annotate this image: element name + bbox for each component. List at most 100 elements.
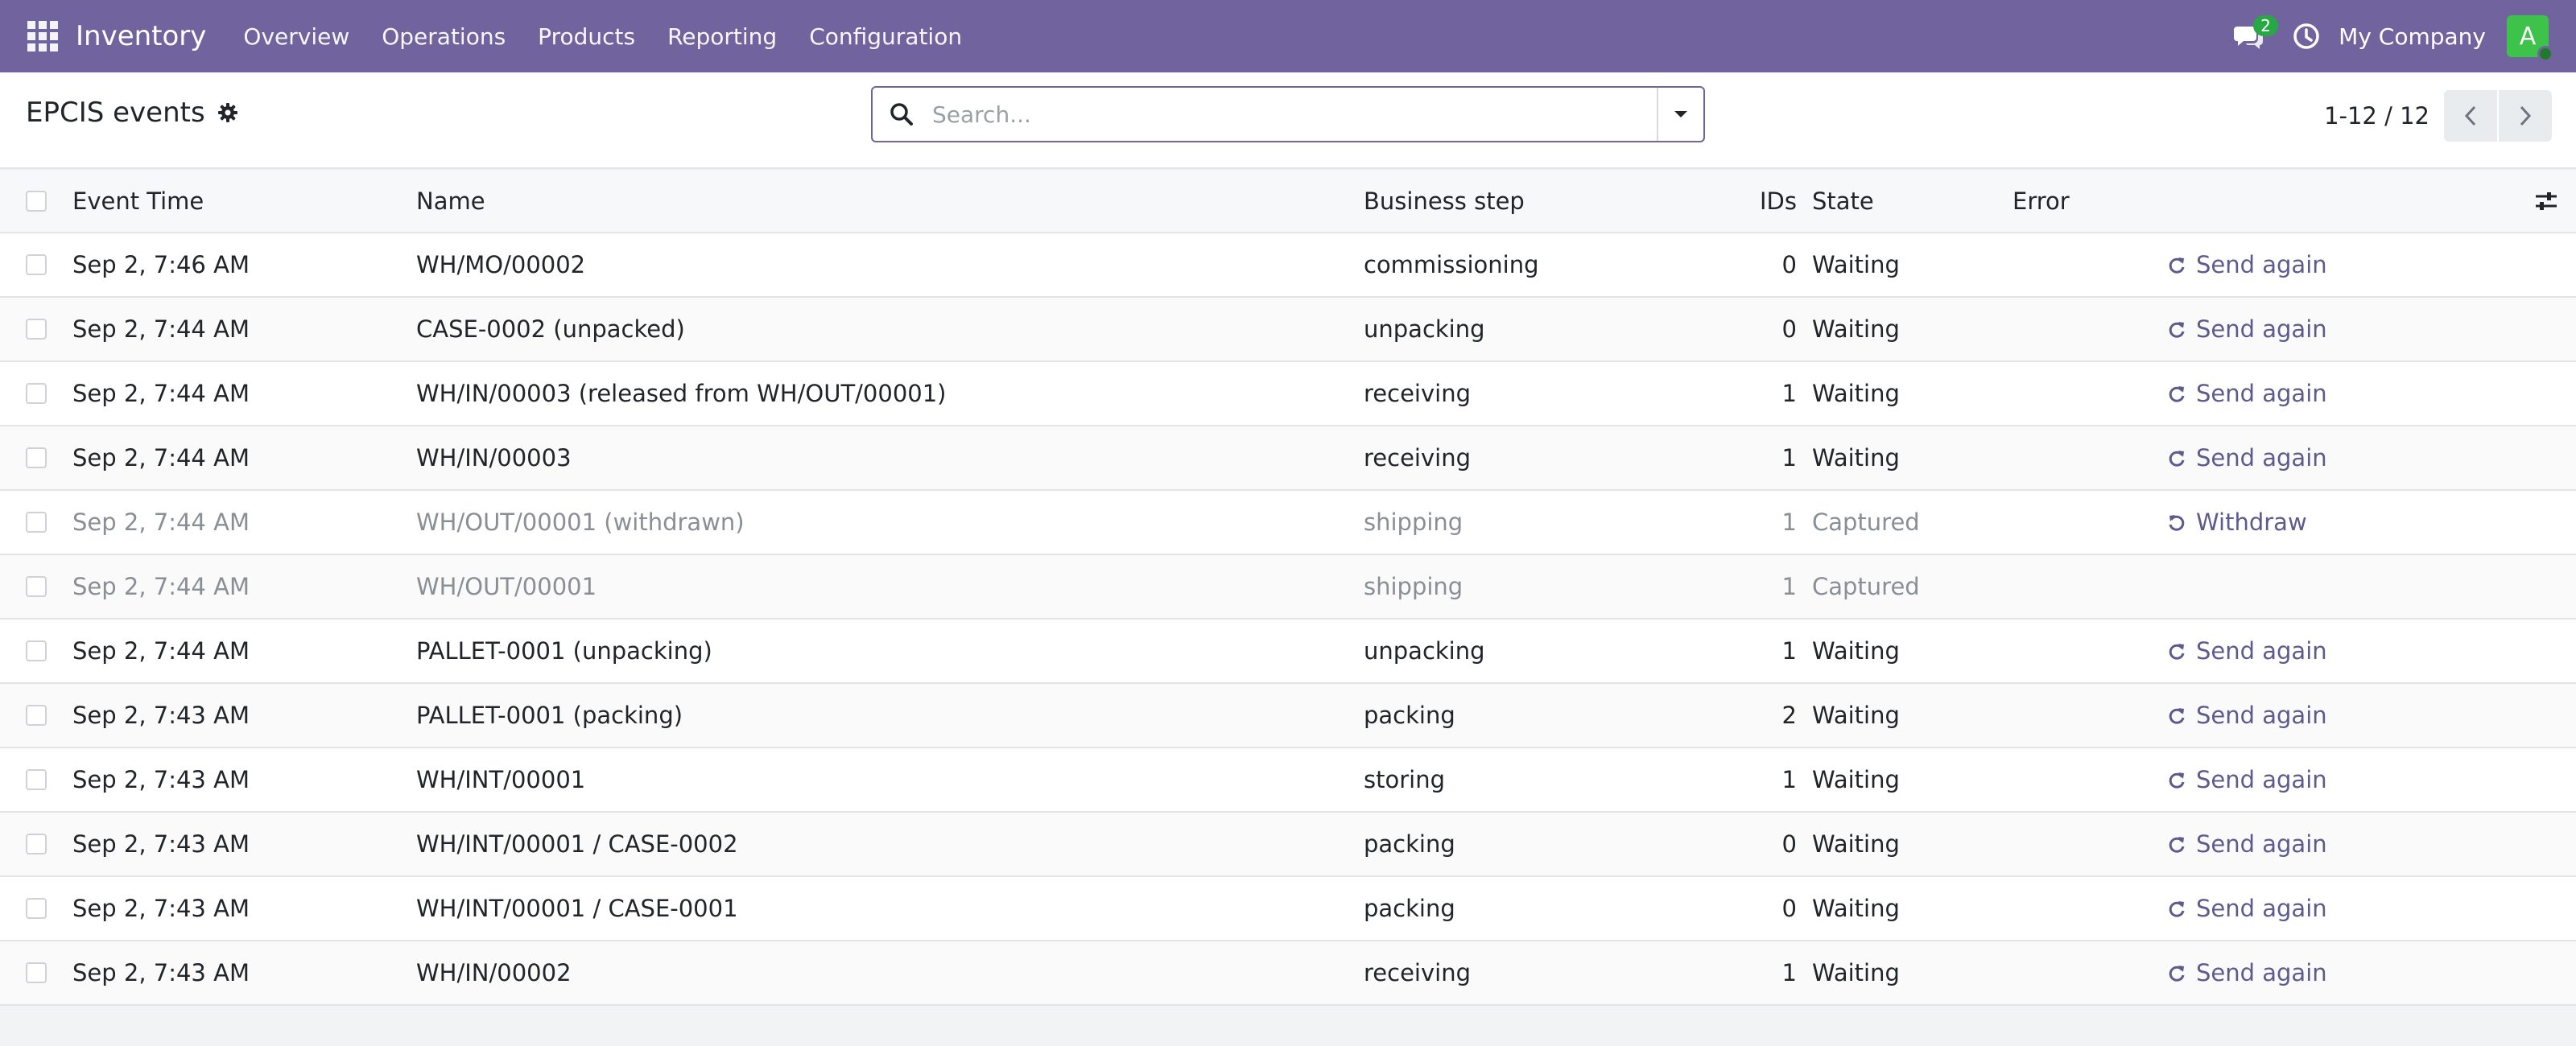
ids-cell: 1 xyxy=(1781,766,1797,793)
pager-previous-button[interactable] xyxy=(2444,90,2497,142)
table-row[interactable]: Sep 2, 7:43 AM PALLET-0001 (packing) packi… xyxy=(0,684,2576,748)
column-header-ids[interactable]: IDs xyxy=(1699,171,1797,232)
company-switcher[interactable]: My Company xyxy=(2339,23,2486,50)
event-time-cell: Sep 2, 7:44 AM xyxy=(72,509,250,536)
send-again-button[interactable]: Send again xyxy=(2167,877,2327,940)
table-row[interactable]: Sep 2, 7:43 AM WH/INT/00001 storing 1 Waitin… xyxy=(0,748,2576,813)
app-name[interactable]: Inventory xyxy=(76,20,206,52)
send-again-button[interactable]: Send again xyxy=(2167,362,2327,425)
refresh-icon xyxy=(2169,966,2185,982)
optional-columns-toggle[interactable] xyxy=(2534,171,2558,232)
row-select-cell xyxy=(26,298,47,360)
action-label: Send again xyxy=(2196,766,2327,793)
search-icon xyxy=(890,103,913,126)
row-checkbox[interactable] xyxy=(26,447,47,468)
send-again-button[interactable]: Send again xyxy=(2167,620,2327,682)
event-time-cell: Sep 2, 7:43 AM xyxy=(72,702,250,729)
state-cell: Waiting xyxy=(1812,444,1900,472)
row-checkbox[interactable] xyxy=(26,834,47,855)
refresh-icon xyxy=(2169,837,2185,853)
ids-cell: 1 xyxy=(1781,380,1797,407)
navbar-right: 2 My Company A xyxy=(2232,0,2576,72)
event-time-cell: Sep 2, 7:43 AM xyxy=(72,895,250,922)
action-label: Send again xyxy=(2196,830,2327,858)
event-time-cell: Sep 2, 7:44 AM xyxy=(72,573,250,600)
gear-icon[interactable] xyxy=(217,101,239,124)
table-row[interactable]: Sep 2, 7:44 AM WH/OUT/00001 (withdrawn) sh… xyxy=(0,491,2576,555)
top-navbar: Inventory Overview Operations Products R… xyxy=(0,0,2576,72)
menu-item-overview[interactable]: Overview xyxy=(227,23,365,50)
state-cell: Captured xyxy=(1812,573,1920,600)
table-row[interactable]: Sep 2, 7:44 AM WH/IN/00003 (released from… xyxy=(0,362,2576,426)
business-step-cell: shipping xyxy=(1364,573,1463,600)
row-checkbox[interactable] xyxy=(26,576,47,597)
row-checkbox[interactable] xyxy=(26,705,47,726)
business-step-cell: shipping xyxy=(1364,509,1463,536)
table-row[interactable]: Sep 2, 7:44 AM CASE-0002 (unpacked) unpack… xyxy=(0,298,2576,362)
clock-icon[interactable] xyxy=(2292,22,2321,51)
ids-cell: 1 xyxy=(1781,573,1797,600)
table-row[interactable]: Sep 2, 7:43 AM WH/INT/00001 / CASE-0001 pa… xyxy=(0,877,2576,941)
user-avatar[interactable]: A xyxy=(2507,15,2553,62)
menu-item-products[interactable]: Products xyxy=(522,23,651,50)
withdraw-button[interactable]: Withdraw xyxy=(2167,491,2307,554)
row-checkbox[interactable] xyxy=(26,383,47,404)
row-select-cell xyxy=(26,684,47,747)
row-checkbox[interactable] xyxy=(26,769,47,790)
row-checkbox[interactable] xyxy=(26,962,47,983)
table-row[interactable]: Sep 2, 7:43 AM WH/IN/00002 receiving 1 Waiti… xyxy=(0,941,2576,1006)
search-input[interactable] xyxy=(932,101,1657,128)
table-row[interactable]: Sep 2, 7:46 AM WH/MO/00002 commissioning 0 W… xyxy=(0,233,2576,298)
messaging-button[interactable]: 2 xyxy=(2232,15,2278,52)
state-cell: Waiting xyxy=(1812,251,1900,278)
row-checkbox[interactable] xyxy=(26,512,47,533)
business-step-cell: packing xyxy=(1364,702,1455,729)
state-cell: Waiting xyxy=(1812,637,1900,665)
column-header-error[interactable]: Error xyxy=(2013,171,2070,232)
send-again-button[interactable]: Send again xyxy=(2167,941,2327,1004)
pager-next-button[interactable] xyxy=(2499,90,2552,142)
action-label: Send again xyxy=(2196,702,2327,729)
column-header-state[interactable]: State xyxy=(1812,171,1874,232)
menu-item-configuration[interactable]: Configuration xyxy=(793,23,978,50)
row-select-cell xyxy=(26,620,47,682)
action-label: Send again xyxy=(2196,637,2327,665)
table-header-row: Event Time Name Business step IDs State … xyxy=(0,171,2576,233)
send-again-button[interactable]: Send again xyxy=(2167,233,2327,296)
column-header-event-time[interactable]: Event Time xyxy=(72,171,204,232)
name-cell: WH/IN/00003 (released from WH/OUT/00001) xyxy=(416,380,947,407)
business-step-cell: receiving xyxy=(1364,959,1471,986)
event-time-cell: Sep 2, 7:43 AM xyxy=(72,766,250,793)
column-header-business-step[interactable]: Business step xyxy=(1364,171,1525,232)
menu-item-reporting[interactable]: Reporting xyxy=(651,23,793,50)
table-row[interactable]: Sep 2, 7:44 AM WH/OUT/00001 shipping 1 Captu… xyxy=(0,555,2576,620)
ids-cell: 1 xyxy=(1781,637,1797,665)
send-again-button[interactable]: Send again xyxy=(2167,684,2327,747)
caret-down-icon xyxy=(1674,111,1687,117)
pager-value[interactable]: 1-12 / 12 xyxy=(2324,102,2429,130)
column-header-name[interactable]: Name xyxy=(416,171,485,232)
send-again-button[interactable]: Send again xyxy=(2167,748,2327,811)
row-checkbox[interactable] xyxy=(26,254,47,275)
refresh-icon xyxy=(2169,322,2185,338)
send-again-button[interactable]: Send again xyxy=(2167,426,2327,489)
business-step-cell: packing xyxy=(1364,830,1455,858)
row-checkbox[interactable] xyxy=(26,898,47,919)
table-row[interactable]: Sep 2, 7:44 AM PALLET-0001 (unpacking) unp… xyxy=(0,620,2576,684)
table-row[interactable]: Sep 2, 7:44 AM WH/IN/00003 receiving 1 Waiti… xyxy=(0,426,2576,491)
table-row[interactable]: Sep 2, 7:43 AM WH/INT/00001 / CASE-0002 pa… xyxy=(0,813,2576,877)
row-checkbox[interactable] xyxy=(26,640,47,661)
row-checkbox[interactable] xyxy=(26,319,47,340)
search-options-toggle[interactable] xyxy=(1657,88,1703,141)
business-step-cell: storing xyxy=(1364,766,1445,793)
refresh-icon xyxy=(2169,386,2185,402)
send-again-button[interactable]: Send again xyxy=(2167,813,2327,875)
action-label: Send again xyxy=(2196,251,2327,278)
sliders-icon xyxy=(2536,192,2557,210)
apps-grid-icon[interactable] xyxy=(27,21,58,51)
state-cell: Waiting xyxy=(1812,959,1900,986)
select-all-checkbox[interactable] xyxy=(26,191,47,212)
event-time-cell: Sep 2, 7:43 AM xyxy=(72,830,250,858)
send-again-button[interactable]: Send again xyxy=(2167,298,2327,360)
menu-item-operations[interactable]: Operations xyxy=(365,23,522,50)
